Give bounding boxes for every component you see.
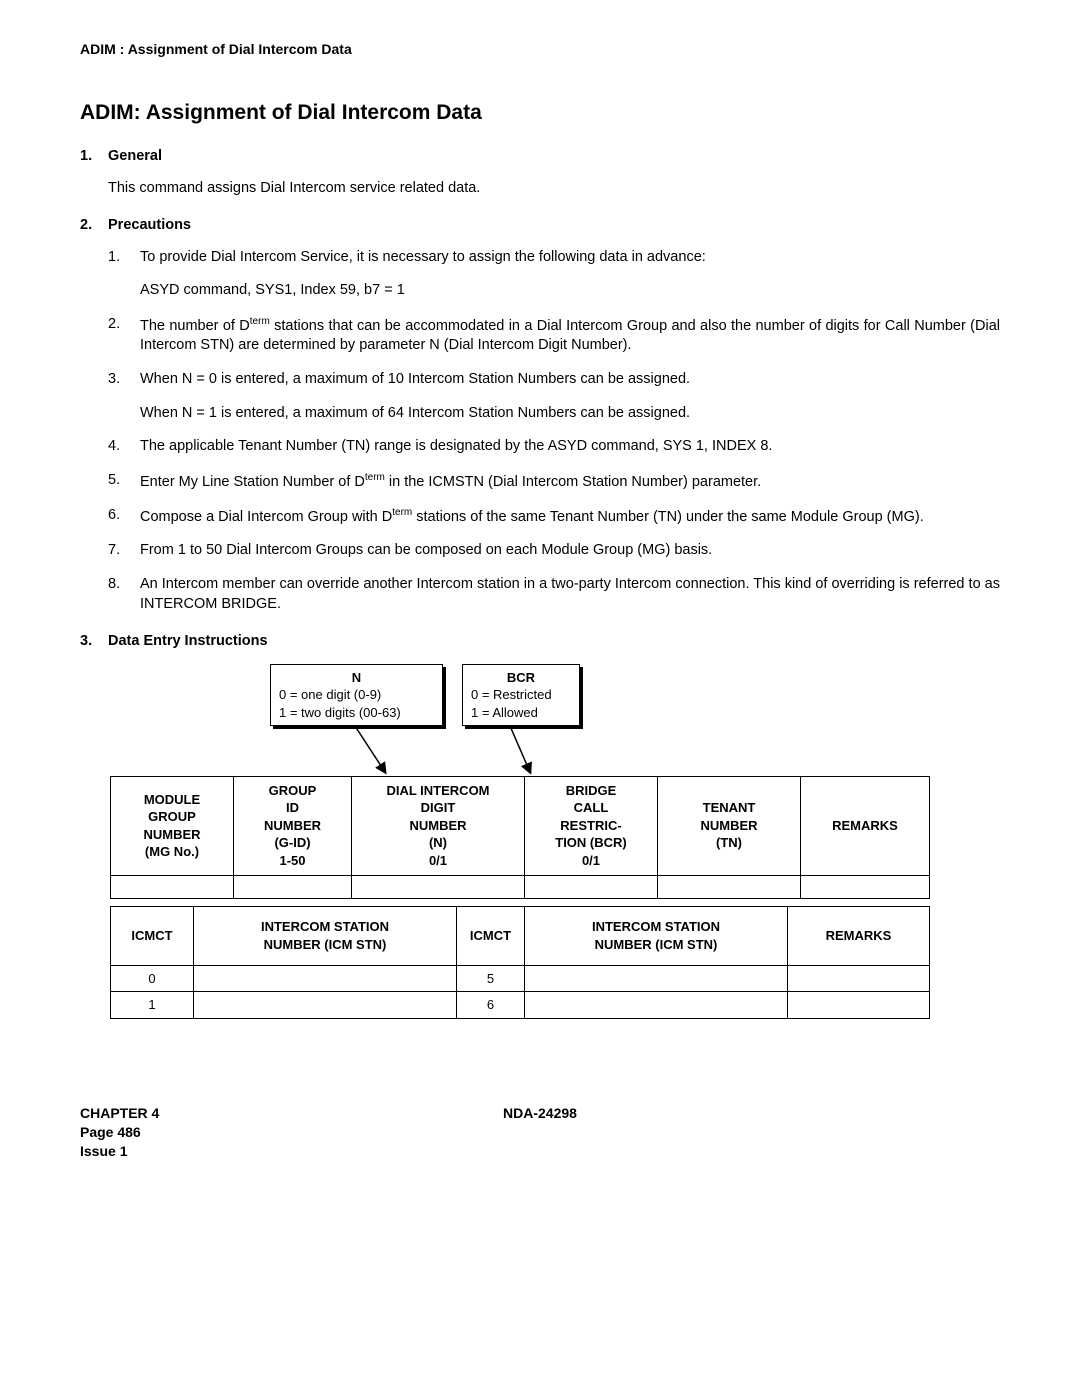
callout-cap: BCR	[471, 669, 571, 687]
main-header-table: MODULEGROUPNUMBER(MG No.) GROUPIDNUMBER(…	[110, 776, 930, 899]
superscript: term	[392, 507, 412, 518]
text-part: in the ICMSTN (Dial Intercom Station Num…	[385, 474, 761, 490]
section-title: General	[108, 147, 162, 167]
blank-cell	[658, 875, 801, 898]
list-text: An Intercom member can override another …	[140, 575, 1000, 614]
section-data-entry-heading: 3. Data Entry Instructions	[80, 632, 1000, 652]
precaution-1: 1. To provide Dial Intercom Service, it …	[108, 248, 1000, 268]
list-number: 6.	[108, 506, 140, 527]
list-text: Enter My Line Station Number of Dterm in…	[140, 471, 1000, 492]
precaution-8: 8. An Intercom member can override anoth…	[108, 575, 1000, 614]
text-part: stations that can be accommodated in a D…	[140, 318, 1000, 354]
page-title: ADIM: Assignment of Dial Intercom Data	[80, 99, 1000, 127]
data-entry-diagram: N 0 = one digit (0-9) 1 = two digits (00…	[110, 664, 930, 1024]
cell: 0	[111, 965, 194, 992]
list-number: 8.	[108, 575, 140, 614]
footer-page: Page 486	[80, 1123, 1000, 1142]
precautions-body: 1. To provide Dial Intercom Service, it …	[108, 248, 1000, 614]
col-group-id: GROUPIDNUMBER(G-ID)1-50	[234, 776, 352, 875]
cell	[194, 992, 457, 1019]
superscript: term	[365, 472, 385, 483]
col-module-group: MODULEGROUPNUMBER(MG No.)	[111, 776, 234, 875]
superscript: term	[250, 316, 270, 327]
list-text: The number of Dterm stations that can be…	[140, 315, 1000, 356]
cell	[194, 965, 457, 992]
cell	[525, 965, 788, 992]
cell	[788, 965, 930, 992]
section-title: Precautions	[108, 216, 191, 236]
blank-cell	[234, 875, 352, 898]
list-text: When N = 0 is entered, a maximum of 10 I…	[140, 370, 1000, 390]
callout-line: 1 = two digits (00-63)	[279, 704, 434, 722]
list-text: The applicable Tenant Number (TN) range …	[140, 437, 1000, 457]
section-title: Data Entry Instructions	[108, 632, 268, 652]
callout-bcr: BCR 0 = Restricted 1 = Allowed	[462, 664, 580, 727]
page-footer: CHAPTER 4 Page 486 Issue 1 NDA-24298	[80, 1104, 1000, 1161]
footer-issue: Issue 1	[80, 1142, 1000, 1161]
cell	[525, 992, 788, 1019]
sub-table: ICMCT INTERCOM STATIONNUMBER (ICM STN) I…	[110, 906, 930, 1019]
blank-cell	[525, 875, 658, 898]
list-number: 7.	[108, 541, 140, 561]
table-row: 1 6	[111, 992, 930, 1019]
section-number: 1.	[80, 147, 108, 167]
running-header: ADIM : Assignment of Dial Intercom Data	[80, 40, 1000, 59]
col-bridge-call: BRIDGECALLRESTRIC-TION (BCR)0/1	[525, 776, 658, 875]
list-text: Compose a Dial Intercom Group with Dterm…	[140, 506, 1000, 527]
precaution-6: 6. Compose a Dial Intercom Group with Dt…	[108, 506, 1000, 527]
col-icm-stn-left: INTERCOM STATIONNUMBER (ICM STN)	[194, 906, 457, 965]
blank-cell	[801, 875, 930, 898]
text-part: Compose a Dial Intercom Group with D	[140, 509, 392, 525]
precaution-3: 3. When N = 0 is entered, a maximum of 1…	[108, 370, 1000, 390]
section-general-heading: 1. General	[80, 147, 1000, 167]
section-precautions-heading: 2. Precautions	[80, 216, 1000, 236]
section-number: 3.	[80, 632, 108, 652]
precaution-3-sub: When N = 1 is entered, a maximum of 64 I…	[140, 404, 1000, 424]
cell: 6	[457, 992, 525, 1019]
cell: 5	[457, 965, 525, 992]
precaution-2: 2. The number of Dterm stations that can…	[108, 315, 1000, 356]
section-number: 2.	[80, 216, 108, 236]
blank-cell	[352, 875, 525, 898]
callout-line: 1 = Allowed	[471, 704, 571, 722]
table-row: 0 5	[111, 965, 930, 992]
list-number: 5.	[108, 471, 140, 492]
col-dial-digit: DIAL INTERCOMDIGITNUMBER(N)0/1	[352, 776, 525, 875]
list-number: 3.	[108, 370, 140, 390]
list-text: From 1 to 50 Dial Intercom Groups can be…	[140, 541, 1000, 561]
precaution-4: 4. The applicable Tenant Number (TN) ran…	[108, 437, 1000, 457]
text-part: Enter My Line Station Number of D	[140, 474, 365, 490]
cell	[788, 992, 930, 1019]
precaution-7: 7. From 1 to 50 Dial Intercom Groups can…	[108, 541, 1000, 561]
footer-doc-id: NDA-24298	[503, 1104, 577, 1123]
col-icmct-left: ICMCT	[111, 906, 194, 965]
callout-line: 0 = one digit (0-9)	[279, 686, 434, 704]
col-icmct-right: ICMCT	[457, 906, 525, 965]
col-remarks: REMARKS	[788, 906, 930, 965]
precaution-5: 5. Enter My Line Station Number of Dterm…	[108, 471, 1000, 492]
cell: 1	[111, 992, 194, 1019]
callout-n: N 0 = one digit (0-9) 1 = two digits (00…	[270, 664, 443, 727]
blank-cell	[111, 875, 234, 898]
callout-cap: N	[279, 669, 434, 687]
list-number: 2.	[108, 315, 140, 356]
callout-line: 0 = Restricted	[471, 686, 571, 704]
col-icm-stn-right: INTERCOM STATIONNUMBER (ICM STN)	[525, 906, 788, 965]
col-remarks: REMARKS	[801, 776, 930, 875]
list-number: 1.	[108, 248, 140, 268]
text-part: stations of the same Tenant Number (TN) …	[412, 509, 923, 525]
col-tenant: TENANTNUMBER(TN)	[658, 776, 801, 875]
text-part: The number of D	[140, 318, 250, 334]
precaution-1-sub: ASYD command, SYS1, Index 59, b7 = 1	[140, 281, 1000, 301]
list-text: To provide Dial Intercom Service, it is …	[140, 248, 1000, 268]
list-number: 4.	[108, 437, 140, 457]
general-text: This command assigns Dial Intercom servi…	[108, 179, 1000, 199]
